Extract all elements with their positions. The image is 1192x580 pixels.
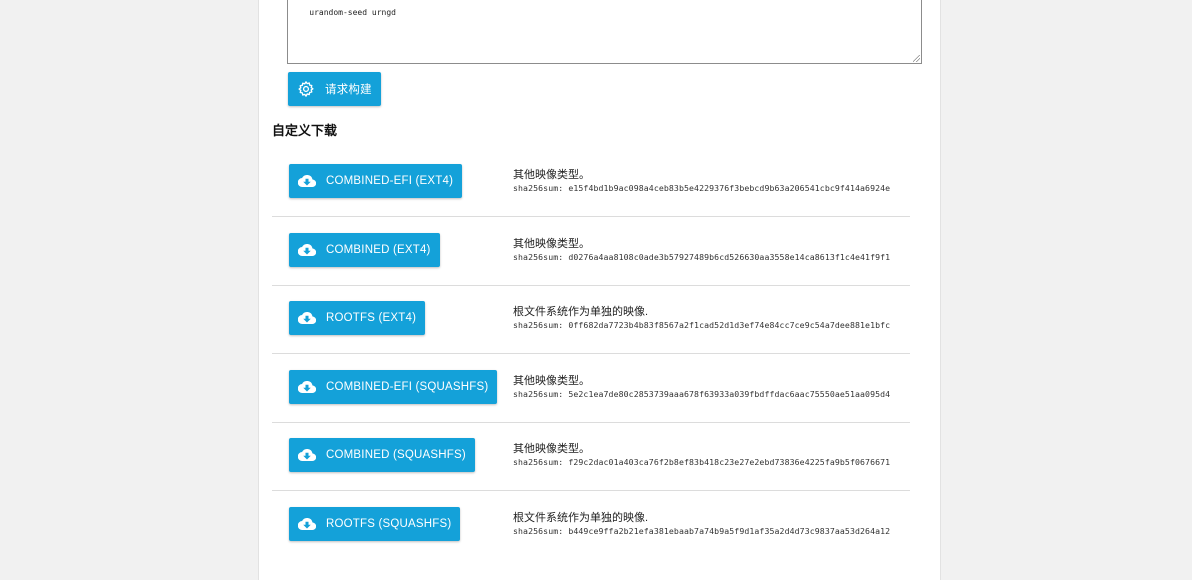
packages-text: urandom-seed urngd xyxy=(309,8,396,17)
image-sha256: sha256sum: e15f4bd1b9ac098a4ceb83b5e4229… xyxy=(513,183,891,193)
download-row: COMBINED (SQUASHFS) 其他映像类型。 sha256sum: f… xyxy=(272,422,910,491)
cloud-download-icon xyxy=(298,309,316,327)
image-description: 其他映像类型。 xyxy=(513,375,590,387)
cloud-download-icon xyxy=(298,241,316,259)
custom-downloads-title: 自定义下载 xyxy=(272,123,338,138)
cloud-download-icon xyxy=(298,515,316,533)
image-description: 其他映像类型。 xyxy=(513,238,590,250)
cloud-download-icon xyxy=(298,378,316,396)
download-button-label: COMBINED (SQUASHFS) xyxy=(326,449,466,461)
cloud-download-icon xyxy=(298,446,316,464)
download-button-label: COMBINED (EXT4) xyxy=(326,244,431,256)
download-button-label: ROOTFS (SQUASHFS) xyxy=(326,518,452,530)
download-combined-squashfs-button[interactable]: COMBINED (SQUASHFS) xyxy=(289,438,475,472)
download-combined-efi-squashfs-button[interactable]: COMBINED-EFI (SQUASHFS) xyxy=(289,370,498,404)
image-description: 根文件系统作为单独的映像. xyxy=(513,512,649,524)
download-combined-ext4-button[interactable]: COMBINED (EXT4) xyxy=(289,233,440,267)
request-build-label: 请求构建 xyxy=(325,84,372,96)
image-sha256: sha256sum: 0ff682da7723b4b83f8567a2f1cad… xyxy=(513,320,891,330)
image-description: 根文件系统作为单独的映像. xyxy=(513,306,649,318)
request-build-button[interactable]: 请求构建 xyxy=(288,72,381,106)
image-sha256: sha256sum: 5e2c1ea7de80c2853739aaa678f63… xyxy=(513,389,891,399)
cloud-download-icon xyxy=(298,172,316,190)
main-panel: urandom-seed urngd 请求构建 自定义下载 COMBINED-E… xyxy=(258,0,941,580)
download-row: COMBINED (EXT4) 其他映像类型。 sha256sum: d0276… xyxy=(272,217,910,286)
image-sha256: sha256sum: f29c2dac01a403ca76f2b8ef83b41… xyxy=(513,457,891,467)
packages-textarea[interactable]: urandom-seed urngd xyxy=(287,0,922,64)
image-sha256: sha256sum: b449ce9ffa2b21efa381ebaab7a74… xyxy=(513,526,891,536)
image-description: 其他映像类型。 xyxy=(513,169,590,181)
textarea-resize-handle[interactable] xyxy=(913,55,920,62)
image-description: 其他映像类型。 xyxy=(513,443,590,455)
download-row: ROOTFS (SQUASHFS) 根文件系统作为单独的映像. sha256su… xyxy=(272,491,910,559)
image-sha256: sha256sum: d0276a4aa8108c0ade3b57927489b… xyxy=(513,252,891,262)
download-rootfs-squashfs-button[interactable]: ROOTFS (SQUASHFS) xyxy=(289,507,461,541)
download-row: COMBINED-EFI (EXT4) 其他映像类型。 sha256sum: e… xyxy=(272,148,910,217)
download-row: COMBINED-EFI (SQUASHFS) 其他映像类型。 sha256su… xyxy=(272,354,910,423)
download-button-label: COMBINED-EFI (EXT4) xyxy=(326,175,454,187)
gear-icon xyxy=(297,80,315,98)
download-button-label: COMBINED-EFI (SQUASHFS) xyxy=(326,381,489,393)
download-combined-efi-ext4-button[interactable]: COMBINED-EFI (EXT4) xyxy=(289,164,463,198)
download-rootfs-ext4-button[interactable]: ROOTFS (EXT4) xyxy=(289,301,426,335)
download-row: ROOTFS (EXT4) 根文件系统作为单独的映像. sha256sum: 0… xyxy=(272,285,910,354)
download-button-label: ROOTFS (EXT4) xyxy=(326,312,417,324)
